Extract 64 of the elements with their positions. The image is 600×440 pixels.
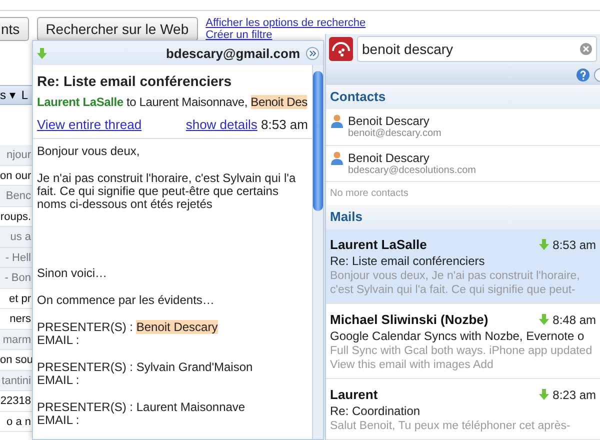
contact-name[interactable]: Benoit Descary xyxy=(348,114,442,128)
message-row[interactable]: - Hell xyxy=(0,248,32,268)
message-row[interactable]: tantini xyxy=(0,370,32,391)
body-paragraph: PRESENTER(S) : Laurent Maisonnave xyxy=(37,401,246,414)
contact-email: bdescary@dcesolutions.com xyxy=(348,164,476,176)
mail-sender: Laurent LaSalle xyxy=(330,237,428,252)
message-row[interactable]: njour xyxy=(0,145,32,166)
mail-sender: Michael Sliwinski (Nozbe) xyxy=(330,312,490,327)
person-icon xyxy=(330,114,344,128)
message-row[interactable]: on our xyxy=(0,166,32,186)
show-details-link[interactable]: show details xyxy=(186,117,258,132)
arrow-down-icon xyxy=(538,314,549,325)
scrollbar[interactable] xyxy=(312,65,323,439)
mail-item[interactable]: Laurent LaSalle 8:53 am Re: Liste email conférenciers Bonjour vous deux, Je n'ai pas construit l'horaire, c'est Sylvain qui l'a fait. Ce qui signifie que peut- xyxy=(326,229,600,304)
arrow-down-icon xyxy=(538,389,549,400)
message-row[interactable]: et pr xyxy=(0,288,32,309)
section-heading: Mails xyxy=(326,205,600,229)
account-email: bdescary@gmail.com xyxy=(164,46,300,60)
no-more-contacts: No more contacts xyxy=(329,187,410,201)
body-paragraph: EMAIL : xyxy=(37,374,80,387)
message-time: 8:53 am xyxy=(261,117,308,132)
message-row[interactable]: us a xyxy=(0,227,32,248)
body-paragraph: PRESENTER(S) : Benoit Descary xyxy=(37,321,219,334)
body-paragraph: PRESENTER(S) : Sylvain Grand'Maison xyxy=(37,361,254,374)
search-button[interactable]: Rechercher sur le Web xyxy=(36,17,198,41)
message-row[interactable]: o a n xyxy=(0,412,32,432)
contact-name[interactable]: Benoit Descary xyxy=(348,150,476,164)
message-subject: Re: Liste email conférenciers xyxy=(36,72,233,91)
mail-snippet: Full Sync with Gcal both ways. iPhone app updated View this email with images Add xyxy=(330,344,594,372)
view-thread-link[interactable]: View entire thread xyxy=(37,117,142,132)
app-logo-icon xyxy=(329,37,353,62)
body-paragraph: Bonjour vous deux, xyxy=(37,145,141,158)
message-row[interactable]: roups. xyxy=(0,206,32,227)
search-link[interactable]: Afficher les options de recherche xyxy=(206,17,366,29)
expand-icon[interactable] xyxy=(306,46,319,60)
search-button[interactable]: nts xyxy=(0,17,29,41)
help-icon[interactable] xyxy=(576,68,590,82)
search-field[interactable]: benoit descary xyxy=(357,36,597,62)
mail-snippet: Bonjour vous deux, Je n'ai pas construit l'horaire, c'est Sylvain qui l'a fait. Ce qui signifie que peut- xyxy=(330,269,581,297)
mail-time: 8:23 am xyxy=(552,388,596,402)
mail-subject: Re: Liste email conférenciers xyxy=(330,254,486,268)
mail-time: 8:53 am xyxy=(552,238,596,252)
mail-snippet: Salut Benoit, Tu peux me téléphoner cet après- xyxy=(330,419,572,433)
mail-subject: Re: Coordination xyxy=(330,404,422,418)
arrow-down-icon xyxy=(538,239,549,250)
message-row[interactable]: marm xyxy=(0,330,32,350)
body-paragraph: Je n'ai pas construit l'horaire, c'est Sylvain qui l'a fait. Ce qui signifie que peut-être que certains noms ci-dessous ont étés rejetés xyxy=(37,172,297,211)
message-row[interactable]: - Bon xyxy=(0,268,32,288)
person-icon xyxy=(330,150,344,164)
message-row[interactable]: Benc xyxy=(0,186,32,206)
section-heading: Contacts xyxy=(326,85,600,109)
mail-time: 8:48 am xyxy=(552,312,596,326)
sender-line: Laurent LaSalle to Laurent Maisonnave, Benoit Des xyxy=(36,94,308,111)
body-paragraph: EMAIL : xyxy=(37,414,80,427)
clear-icon[interactable] xyxy=(580,43,592,56)
body-paragraph: EMAIL : xyxy=(37,334,80,347)
arrow-down-icon xyxy=(37,48,47,58)
body-paragraph: Sinon voici… xyxy=(37,267,108,280)
contact-email: benoit@descary.com xyxy=(348,128,442,139)
mail-subject: Google Calendar Syncs with Nozbe, Evernote o xyxy=(330,329,586,343)
mail-sender: Laurent xyxy=(330,387,379,402)
toolbar-label[interactable]: s ▾ xyxy=(0,88,16,102)
body-paragraph: On commence par les évidents… xyxy=(37,294,216,307)
toolbar-label[interactable]: L xyxy=(21,88,28,102)
